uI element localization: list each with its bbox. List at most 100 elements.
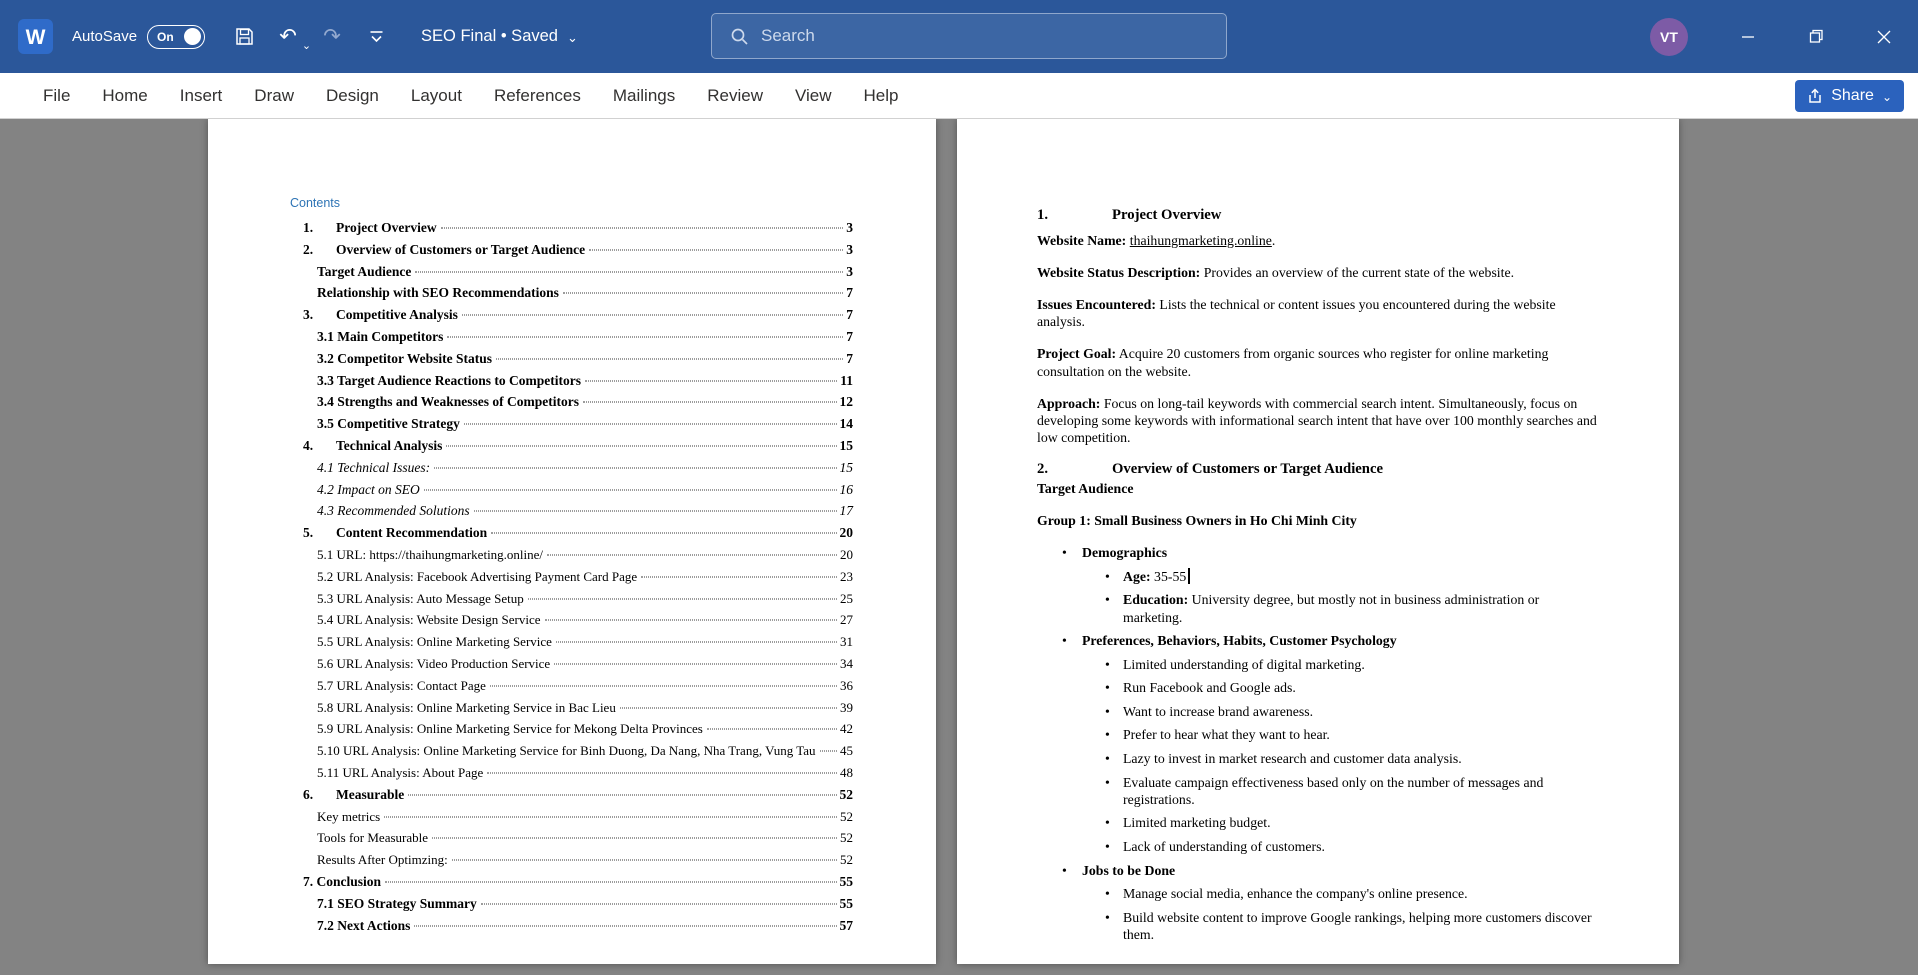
toc-entry-title: 4.2 Impact on SEO [317, 481, 420, 497]
save-icon [235, 28, 253, 45]
bullet-item: • Preferences, Behaviors, Habits, Custome… [1037, 632, 1599, 649]
bullet-item: • Jobs to be Done [1037, 862, 1599, 879]
ribbon-tab-layout[interactable]: Layout [395, 73, 478, 119]
toc-page-number: 15 [839, 437, 854, 453]
sub-bullet-item: • Evaluate campaign effectiveness based o… [1105, 774, 1544, 807]
sub-bullet-item: • Want to increase brand awareness. [1105, 703, 1314, 719]
bullet-list: • Demographics • Age: 35-55 • Education: Univ… [1037, 544, 1599, 943]
share-button[interactable]: Share ⌄ [1795, 80, 1904, 112]
toggle-knob-icon [184, 27, 202, 45]
toc-entry[interactable]: 7.2 Next Actions 57 [290, 918, 853, 940]
toc-dotted-leader [408, 794, 837, 796]
bullet-label: Demographics [1082, 545, 1168, 561]
toc-entry[interactable]: Tools for Measurable 52 [290, 830, 853, 852]
minimize-button[interactable] [1714, 0, 1782, 73]
toc-entry-title: 5.4 URL Analysis: Website Design Service [317, 612, 541, 628]
document-title[interactable]: SEO Final • Saved ⌄ [421, 27, 578, 46]
close-button[interactable] [1850, 0, 1918, 73]
toc-dotted-leader [547, 554, 837, 556]
toc-dotted-leader [544, 619, 837, 621]
toc-page-number: 42 [840, 721, 853, 737]
autosave-toggle[interactable]: On [147, 24, 206, 49]
toc-entry[interactable]: 5.11 URL Analysis: About Page 48 [290, 765, 853, 787]
search-box[interactable]: Search [711, 13, 1227, 59]
ribbon-tab-draw[interactable]: Draw [238, 73, 310, 119]
toc-entry[interactable]: 5.7 URL Analysis: Contact Page 36 [290, 678, 853, 700]
section-heading-2: 2. Overview of Customers or Target Audien… [1037, 461, 1599, 478]
ribbon-tab-home[interactable]: Home [86, 73, 163, 119]
paragraph: Website Name: thaihungmarketing.online. [1037, 233, 1276, 249]
toc-entry[interactable]: 4.2 Impact on SEO 16 [290, 482, 853, 504]
svg-text:W: W [26, 26, 46, 49]
toc-entry-title: Target Audience [317, 263, 412, 279]
toc-page-number: 3 [846, 220, 853, 235]
toc-entry[interactable]: Target Audience 3 [290, 264, 853, 286]
bullet-icon: • [1105, 656, 1110, 672]
toc-entry[interactable]: 4.3 Recommended Solutions 17 [290, 503, 853, 525]
save-button[interactable] [225, 18, 263, 56]
ribbon-tab-help[interactable]: Help [848, 73, 915, 119]
bullet-icon: • [1062, 545, 1067, 561]
toc-entry[interactable]: 3.3 Target Audience Reactions to Competi… [290, 373, 853, 395]
toc-entry-number: 2. [303, 241, 314, 257]
ribbon-tab-mailings[interactable]: Mailings [597, 73, 691, 119]
restore-button[interactable] [1782, 0, 1850, 73]
toc-entry[interactable]: 3.2 Competitor Website Status 7 [290, 351, 853, 373]
ribbon-tab-file[interactable]: File [27, 73, 86, 119]
ribbon-tab-references[interactable]: References [478, 73, 597, 119]
toc-page-number: 17 [839, 503, 854, 519]
toc-entry[interactable]: 5. Content Recommendation 20 [290, 525, 853, 547]
undo-button[interactable]: ↶ ⌄ [269, 18, 311, 56]
toc-entry[interactable]: 2. Overview of Customers or Target Audien… [290, 242, 853, 264]
toc-page-number: 20 [840, 546, 853, 562]
title-chevron-icon: ⌄ [566, 29, 578, 45]
toc-entry-number: 4. [303, 437, 314, 453]
ribbon-tab-view[interactable]: View [779, 73, 848, 119]
toc-entry[interactable]: 5.4 URL Analysis: Website Design Service… [290, 612, 853, 634]
avatar[interactable]: VT [1650, 17, 1688, 56]
toc-page-number: 34 [840, 655, 853, 671]
toc-entry[interactable]: 5.6 URL Analysis: Video Production Servi… [290, 656, 853, 678]
toc-page-number: 52 [840, 808, 853, 824]
toc-entry[interactable]: Results After Optimzing: 52 [290, 852, 853, 874]
toc-entry[interactable]: 4. Technical Analysis 15 [290, 438, 853, 460]
redo-icon: ↷ [323, 25, 341, 48]
toc-dotted-leader [447, 336, 844, 338]
toc-dotted-leader [463, 423, 837, 425]
toc-entry-title: 5.9 URL Analysis: Online Marketing Servi… [317, 721, 703, 737]
toc-entry[interactable]: 4.1 Technical Issues: 15 [290, 460, 853, 482]
document-area: Contents 1. Project Overview 3 2. Overview o… [0, 119, 1918, 975]
toc-dotted-leader [451, 859, 837, 861]
toc-entry[interactable]: 5.9 URL Analysis: Online Marketing Servi… [290, 721, 853, 743]
toc-entry[interactable]: 5.8 URL Analysis: Online Marketing Servi… [290, 700, 853, 722]
website-link[interactable]: thaihungmarketing.online [1130, 233, 1272, 248]
toc-entry[interactable]: 5.3 URL Analysis: Auto Message Setup 25 [290, 591, 853, 613]
ribbon-tab-design[interactable]: Design [310, 73, 395, 119]
toc-page-number: 15 [839, 459, 854, 475]
toc-entry[interactable]: 3.4 Strengths and Weaknesses of Competit… [290, 394, 853, 416]
toc: 1. Project Overview 3 2. Overview of Custome… [290, 220, 853, 939]
toc-entry[interactable]: 5.1 URL: https://thaihungmarketing.onlin… [290, 547, 853, 569]
toc-entry[interactable]: Relationship with SEO Recommendations 7 [290, 285, 853, 307]
toc-entry[interactable]: Key metrics 52 [290, 809, 853, 831]
ribbon-tab-review[interactable]: Review [691, 73, 779, 119]
toc-entry[interactable]: 5.5 URL Analysis: Online Marketing Servi… [290, 634, 853, 656]
toc-entry[interactable]: 3.5 Competitive Strategy 14 [290, 416, 853, 438]
redo-button[interactable]: ↷ [313, 18, 351, 56]
toc-entry[interactable]: 3. Competitive Analysis 7 [290, 307, 853, 329]
toc-entry[interactable]: 7. Conclusion 55 [290, 874, 853, 896]
toc-entry[interactable]: 5.2 URL Analysis: Facebook Advertising P… [290, 569, 853, 591]
heading-text: Project Overview [1112, 207, 1222, 223]
toc-entry-title: 5.1 URL: https://thaihungmarketing.onlin… [317, 546, 544, 562]
toc-entry-title: 5.11 URL Analysis: About Page [317, 764, 484, 780]
toc-entry[interactable]: 3.1 Main Competitors 7 [290, 329, 853, 351]
toc-entry[interactable]: 1. Project Overview 3 [290, 220, 853, 242]
heading-number: 2. [1037, 460, 1049, 477]
toc-entry[interactable]: 7.1 SEO Strategy Summary 55 [290, 896, 853, 918]
toc-dotted-leader [440, 227, 844, 229]
toc-entry-title: Content Recommendation [336, 525, 488, 541]
toc-entry[interactable]: 6. Measurable 52 [290, 787, 853, 809]
toc-entry[interactable]: 5.10 URL Analysis: Online Marketing Serv… [290, 743, 853, 765]
quick-access-toolbar-button[interactable] [357, 18, 395, 56]
ribbon-tab-insert[interactable]: Insert [164, 73, 239, 119]
